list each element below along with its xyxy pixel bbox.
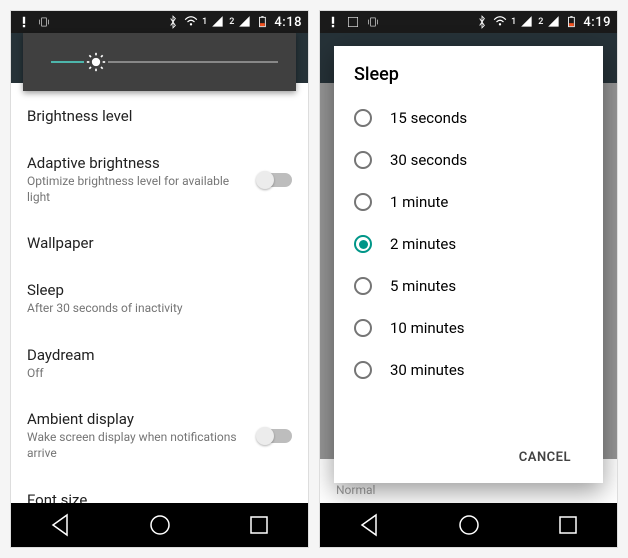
battery-icon [565, 15, 579, 29]
navigation-bar [11, 503, 308, 547]
radio-icon [354, 235, 372, 253]
signal-icon-1 [211, 15, 225, 29]
option-label: 15 seconds [390, 109, 467, 127]
item-label: Ambient display [27, 410, 248, 428]
battery-icon [256, 15, 270, 29]
item-ambient-display[interactable]: Ambient display Wake screen display when… [11, 396, 308, 476]
sim1-label: 1 [511, 17, 516, 27]
nav-home-button[interactable] [457, 513, 481, 537]
item-brightness-level[interactable]: Brightness level [11, 93, 308, 140]
screenshot-icon [346, 15, 360, 29]
sleep-option-30s[interactable]: 30 seconds [354, 139, 583, 181]
item-label: Sleep [27, 281, 292, 299]
item-label: Brightness level [27, 107, 292, 125]
sleep-dialog: Sleep 15 seconds 30 seconds 1 minute 2 m… [334, 46, 603, 483]
item-adaptive-brightness[interactable]: Adaptive brightness Optimize brightness … [11, 140, 308, 220]
priority-icon [17, 15, 31, 29]
item-label: Font size [27, 491, 292, 503]
brightness-slider[interactable] [51, 61, 278, 63]
ambient-display-toggle[interactable] [258, 429, 292, 443]
brightness-slider-thumb[interactable] [84, 50, 108, 74]
option-label: 10 minutes [390, 319, 465, 337]
signal-icon-1 [520, 15, 534, 29]
sleep-option-1m[interactable]: 1 minute [354, 181, 583, 223]
item-label: Adaptive brightness [27, 154, 248, 172]
radio-icon [354, 151, 372, 169]
nav-back-button[interactable] [49, 513, 73, 537]
item-sleep[interactable]: Sleep After 30 seconds of inactivity [11, 267, 308, 332]
cancel-button[interactable]: CANCEL [507, 442, 583, 473]
sim1-label: 1 [202, 17, 207, 27]
priority-icon [326, 15, 340, 29]
sleep-option-30m[interactable]: 30 minutes [354, 349, 583, 391]
option-label: 30 minutes [390, 361, 465, 379]
nav-back-button[interactable] [358, 513, 382, 537]
sleep-option-15s[interactable]: 15 seconds [354, 97, 583, 139]
sim2-label: 2 [538, 17, 543, 27]
screen-left: 1 2 4:18 Brightness level Adaptive brigh… [10, 10, 309, 548]
navigation-bar [320, 503, 617, 547]
item-wallpaper[interactable]: Wallpaper [11, 220, 308, 267]
item-label: Wallpaper [27, 234, 292, 252]
wifi-icon [184, 15, 198, 29]
item-sub: Optimize brightness level for available … [27, 174, 248, 205]
radio-icon [354, 361, 372, 379]
nav-home-button[interactable] [148, 513, 172, 537]
status-bar: 1 2 4:19 [320, 11, 617, 33]
wifi-icon [493, 15, 507, 29]
settings-list: Brightness level Adaptive brightness Opt… [11, 93, 308, 503]
item-label: Daydream [27, 346, 292, 364]
sim2-label: 2 [229, 17, 234, 27]
vibrate-icon [37, 15, 51, 29]
item-sub: Wake screen display when notifications a… [27, 430, 248, 461]
nav-recent-button[interactable] [556, 513, 580, 537]
item-font-size[interactable]: Font size Normal [11, 477, 308, 503]
radio-icon [354, 319, 372, 337]
sleep-option-2m[interactable]: 2 minutes [354, 223, 583, 265]
brightness-slider-panel[interactable] [23, 33, 296, 91]
signal-icon-2 [547, 15, 561, 29]
item-sub: Off [27, 366, 292, 382]
vibrate-icon [366, 15, 380, 29]
sleep-option-10m[interactable]: 10 minutes [354, 307, 583, 349]
signal-icon-2 [238, 15, 252, 29]
dialog-title: Sleep [354, 64, 583, 85]
option-label: 30 seconds [390, 151, 467, 169]
option-label: 1 minute [390, 193, 448, 211]
brightness-icon [86, 52, 106, 72]
bluetooth-icon [166, 15, 180, 29]
bluetooth-icon [475, 15, 489, 29]
adaptive-brightness-toggle[interactable] [258, 173, 292, 187]
screen-right: 1 2 4:19 Display Font size Normal Sleep … [319, 10, 618, 548]
clock: 4:18 [274, 15, 302, 30]
radio-icon [354, 109, 372, 127]
radio-icon [354, 277, 372, 295]
nav-recent-button[interactable] [247, 513, 271, 537]
sleep-option-5m[interactable]: 5 minutes [354, 265, 583, 307]
item-daydream[interactable]: Daydream Off [11, 332, 308, 397]
radio-icon [354, 193, 372, 211]
status-bar: 1 2 4:18 [11, 11, 308, 33]
item-sub: Normal [336, 483, 396, 497]
option-label: 5 minutes [390, 277, 456, 295]
option-label: 2 minutes [390, 235, 456, 253]
item-sub: After 30 seconds of inactivity [27, 301, 292, 317]
clock: 4:19 [583, 15, 611, 30]
